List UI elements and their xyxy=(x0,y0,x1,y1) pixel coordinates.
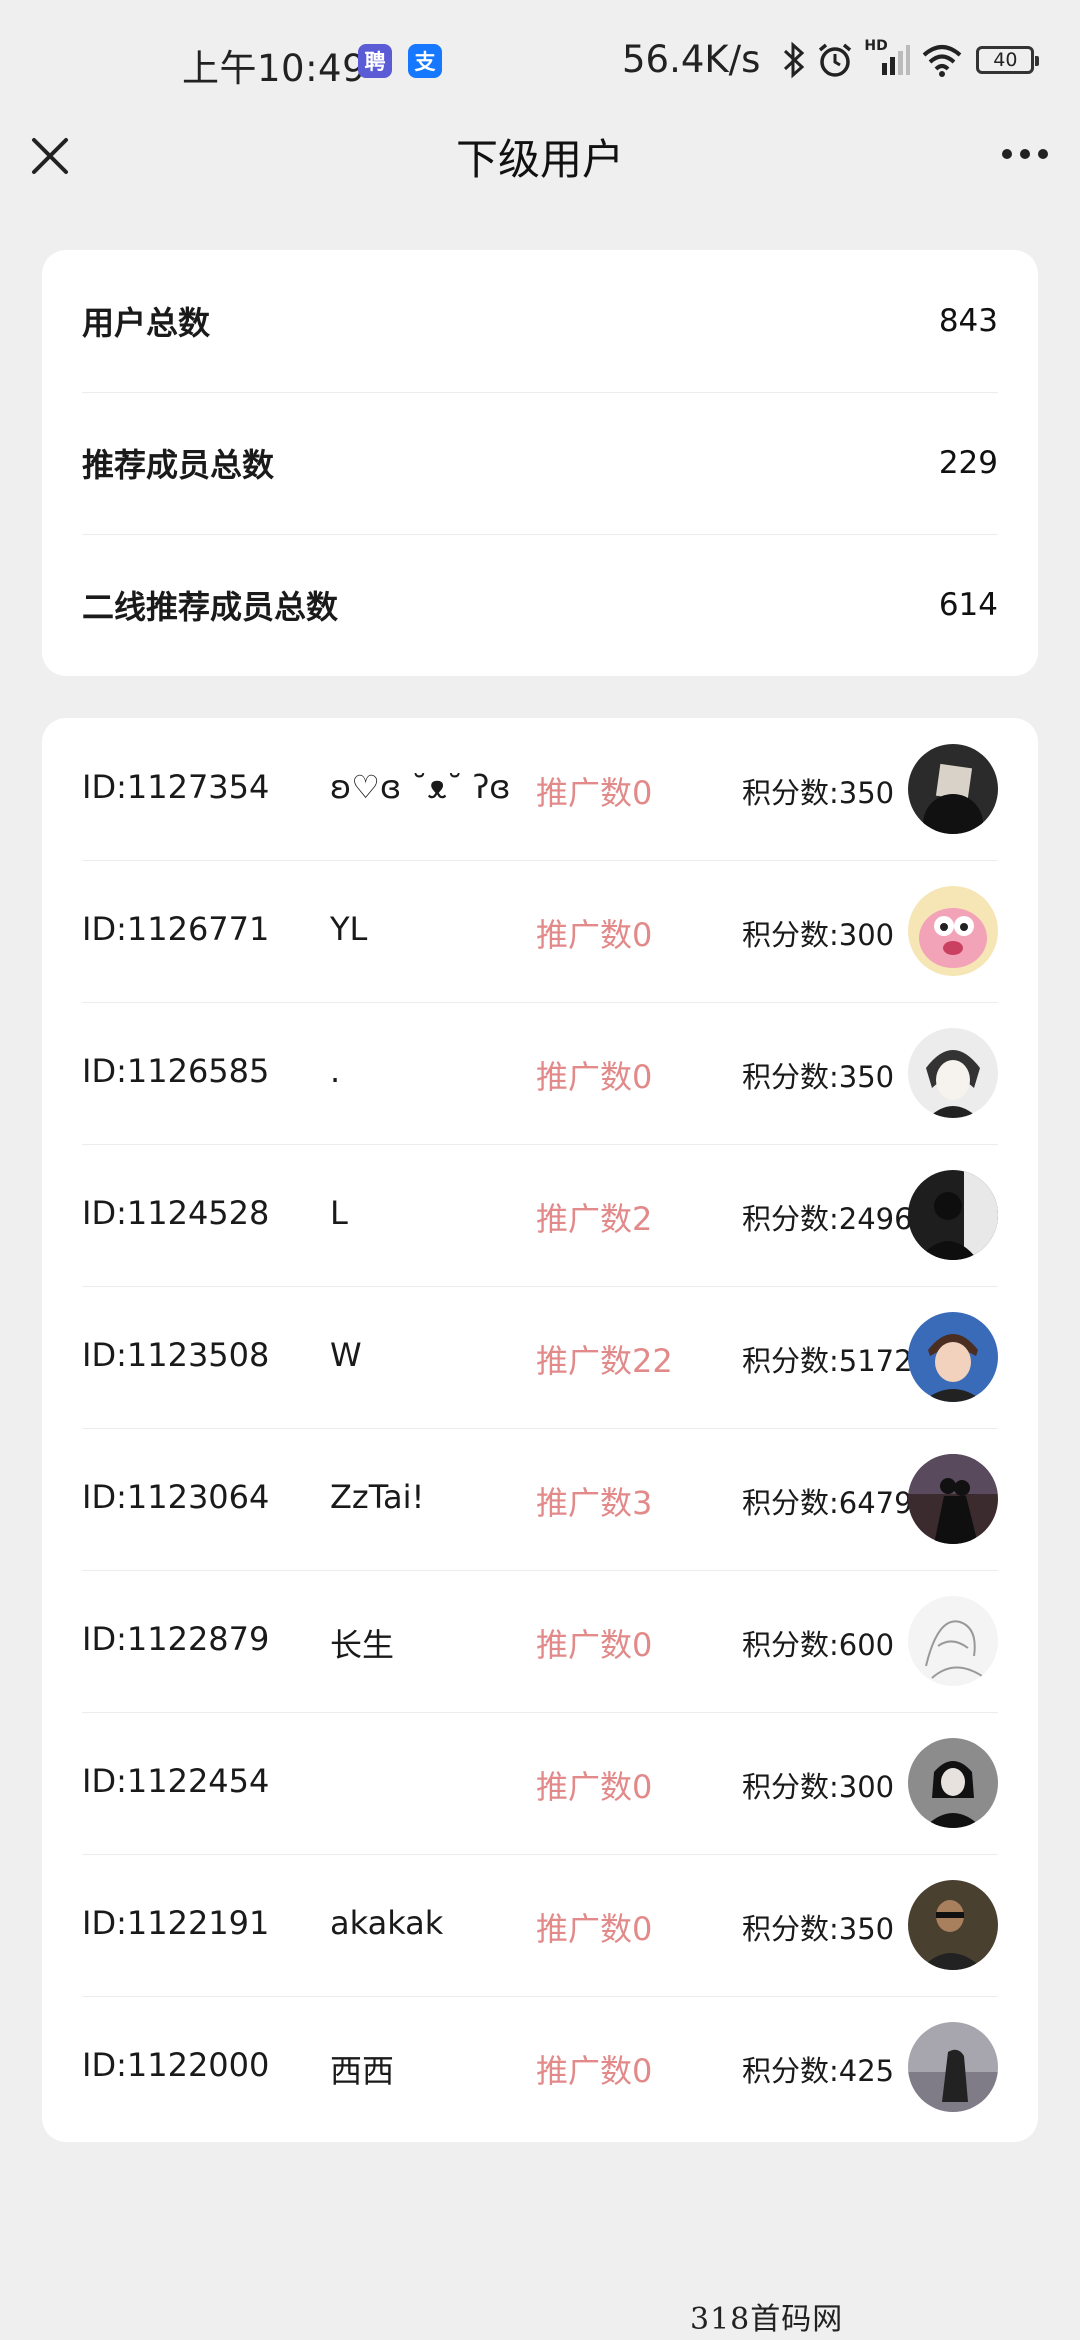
points: 积分数:350 xyxy=(742,1060,895,1094)
stat-label: 推荐成员总数 xyxy=(82,446,275,484)
promo-count: 推广数22 xyxy=(536,1342,673,1380)
stat-label: 二线推荐成员总数 xyxy=(82,588,339,626)
promo-count: 推广数0 xyxy=(536,916,653,954)
user-row[interactable]: ID:1123508 W 推广数22 积分数:5172 xyxy=(82,1286,998,1428)
stat-value: 614 xyxy=(938,587,998,623)
user-name: ʚ♡ɞ ˘ᴥ˘ ʔɞ xyxy=(330,768,511,806)
user-row[interactable]: ID:1126771 YL 推广数0 积分数:300 xyxy=(82,860,998,1002)
user-id: ID:1126771 xyxy=(82,910,270,948)
nav-bar: 下级用户 xyxy=(0,120,1080,210)
user-row[interactable]: ID:1126585 . 推广数0 积分数:350 xyxy=(82,1002,998,1144)
points: 积分数:600 xyxy=(742,1628,895,1662)
status-bar: 上午10:49 聘 支 56.4K/s HD 40 xyxy=(0,0,1080,120)
user-list-card: ID:1127354 ʚ♡ɞ ˘ᴥ˘ ʔɞ 推广数0 积分数:350 ID:11… xyxy=(42,718,1038,2142)
alarm-icon xyxy=(816,40,854,80)
status-time: 上午10:49 xyxy=(182,47,367,90)
user-name: akakak xyxy=(330,1904,444,1942)
user-row[interactable]: ID:1122191 akakak 推广数0 积分数:350 xyxy=(82,1854,998,1996)
avatar xyxy=(908,1454,998,1544)
points: 积分数:2496 xyxy=(742,1202,913,1236)
avatar xyxy=(908,1170,998,1260)
avatar xyxy=(908,1738,998,1828)
avatar xyxy=(908,1596,998,1686)
network-speed: 56.4K/s xyxy=(622,38,761,81)
user-row[interactable]: ID:1122000 西西 推广数0 积分数:425 xyxy=(82,1996,998,2138)
user-id: ID:1126585 xyxy=(82,1052,270,1090)
stat-value: 229 xyxy=(938,445,998,481)
alipay-app-icon: 支 xyxy=(408,44,442,78)
avatar xyxy=(908,744,998,834)
points: 积分数:350 xyxy=(742,1912,895,1946)
stat-label: 用户总数 xyxy=(82,304,211,342)
hd-signal-icon: HD xyxy=(864,37,911,80)
avatar xyxy=(908,886,998,976)
user-id: ID:1127354 xyxy=(82,768,270,806)
stat-value: 843 xyxy=(938,303,998,339)
points: 积分数:350 xyxy=(742,776,895,810)
promo-count: 推广数0 xyxy=(536,1626,653,1664)
user-id: ID:1122000 xyxy=(82,2046,270,2084)
stats-card: 用户总数 843 推荐成员总数 229 二线推荐成员总数 614 xyxy=(42,250,1038,676)
user-name: 西西 xyxy=(330,2052,395,2090)
points: 积分数:300 xyxy=(742,918,895,952)
promo-count: 推广数0 xyxy=(536,1768,653,1806)
more-options-button[interactable] xyxy=(1000,134,1050,174)
stat-second-line-members: 二线推荐成员总数 614 xyxy=(82,534,998,676)
stat-total-users: 用户总数 843 xyxy=(82,250,998,392)
user-row[interactable]: ID:1123064 ZzTai! 推广数3 积分数:6479 xyxy=(82,1428,998,1570)
user-name: ZzTai! xyxy=(330,1478,425,1516)
user-row[interactable]: ID:1122879 长生 推广数0 积分数:600 xyxy=(82,1570,998,1712)
wifi-icon xyxy=(920,40,964,80)
points: 积分数:425 xyxy=(742,2054,895,2088)
more-dots-icon xyxy=(1002,149,1048,159)
watermark: 318首码网 www.e318.com xyxy=(690,2302,932,2340)
points: 积分数:5172 xyxy=(742,1344,913,1378)
avatar xyxy=(908,1880,998,1970)
avatar xyxy=(908,1312,998,1402)
user-id: ID:1122879 xyxy=(82,1620,270,1658)
recruit-app-icon: 聘 xyxy=(358,44,392,78)
page-title: 下级用户 xyxy=(455,135,624,184)
promo-count: 推广数2 xyxy=(536,1200,653,1238)
promo-count: 推广数0 xyxy=(536,2052,653,2090)
user-name: . xyxy=(330,1052,341,1090)
promo-count: 推广数3 xyxy=(536,1484,653,1522)
hd-label: HD xyxy=(864,37,888,54)
user-row[interactable]: ID:1127354 ʚ♡ɞ ˘ᴥ˘ ʔɞ 推广数0 积分数:350 xyxy=(82,718,998,860)
points: 积分数:300 xyxy=(742,1770,895,1804)
user-name: W xyxy=(330,1336,362,1374)
user-name: 长生 xyxy=(330,1626,395,1664)
user-name: YL xyxy=(330,910,368,948)
user-row[interactable]: ID:1122454 推广数0 积分数:300 xyxy=(82,1712,998,1854)
user-id: ID:1122191 xyxy=(82,1904,270,1942)
user-row[interactable]: ID:1124528 L 推广数2 积分数:2496 xyxy=(82,1144,998,1286)
avatar xyxy=(908,1028,998,1118)
points: 积分数:6479 xyxy=(742,1486,913,1520)
user-id: ID:1122454 xyxy=(82,1762,270,1800)
user-id: ID:1123064 xyxy=(82,1478,270,1516)
promo-count: 推广数0 xyxy=(536,1910,653,1948)
user-id: ID:1123508 xyxy=(82,1336,270,1374)
bluetooth-icon xyxy=(782,40,806,80)
promo-count: 推广数0 xyxy=(536,1058,653,1096)
user-name: L xyxy=(330,1194,348,1232)
battery-indicator: 40 xyxy=(976,45,1040,74)
user-id: ID:1124528 xyxy=(82,1194,270,1232)
avatar xyxy=(908,2022,998,2112)
promo-count: 推广数0 xyxy=(536,774,653,812)
stat-referred-members: 推荐成员总数 229 xyxy=(82,392,998,534)
